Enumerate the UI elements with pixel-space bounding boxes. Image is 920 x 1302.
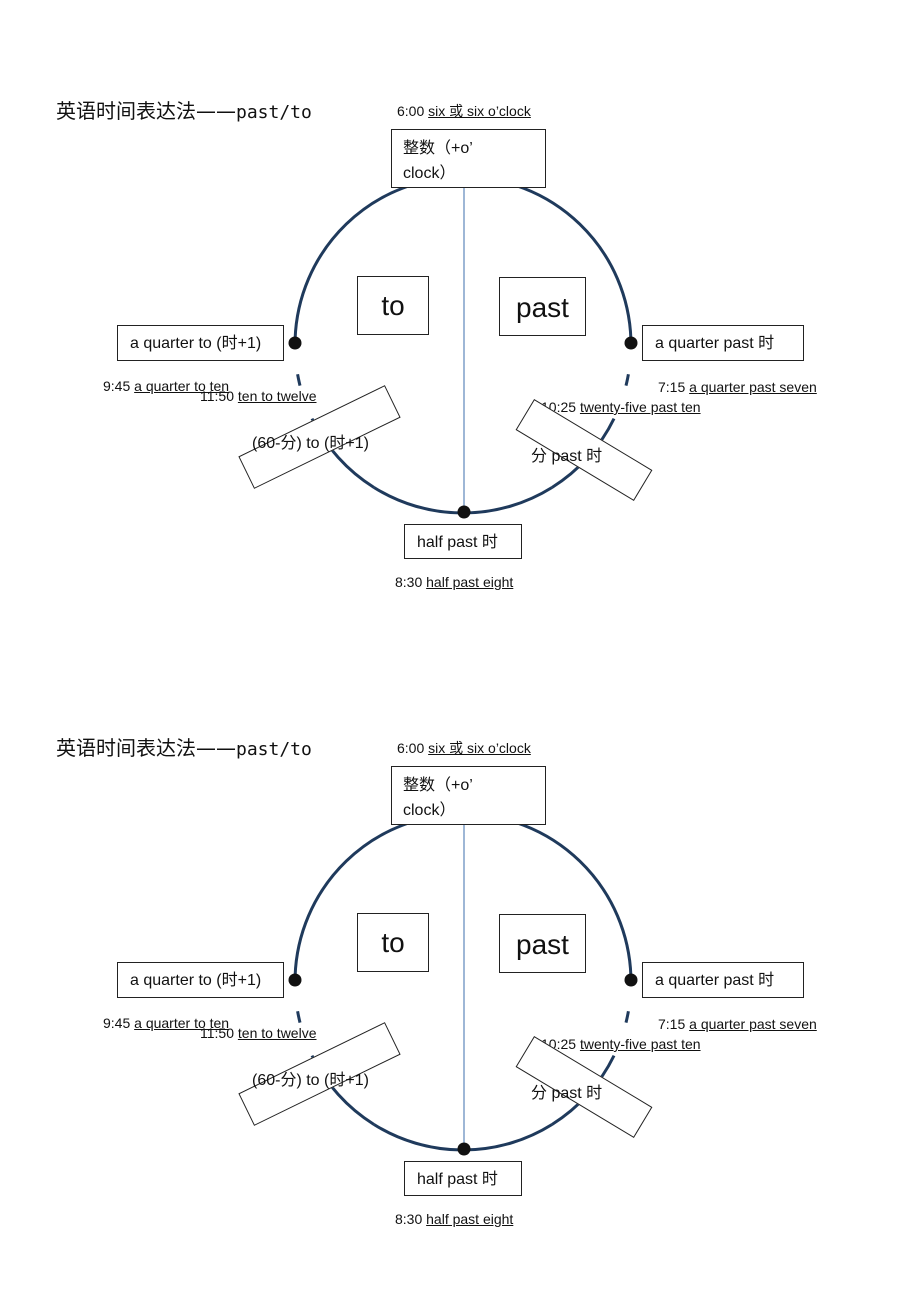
- half-past-box: half past 时: [404, 524, 522, 559]
- quarter-past-box: a quarter past 时: [642, 962, 804, 998]
- page-title: 英语时间表达法——past/to: [56, 732, 312, 761]
- example-time: 8:30: [395, 1211, 423, 1227]
- title-chinese: 英语时间表达法——: [56, 99, 236, 123]
- page-title: 英语时间表达法——past/to: [56, 95, 312, 124]
- quarter-to-rule: a quarter to (时+1): [130, 972, 262, 989]
- example-words: a quarter past seven: [689, 379, 817, 395]
- past-label: past: [516, 929, 569, 960]
- title-chinese: 英语时间表达法——: [56, 736, 236, 760]
- quarter-past-rule: a quarter past 时: [655, 335, 775, 352]
- half-past-box: half past 时: [404, 1161, 522, 1196]
- example-ten-to-twelve: 11:50 ten to twelve: [200, 1025, 317, 1041]
- past-label-box: past: [499, 277, 586, 336]
- quarter-to-dot: [288, 336, 302, 350]
- example-time: 9:45: [103, 1015, 131, 1031]
- example-time: 7:15: [658, 1016, 686, 1032]
- example-quarter-past-seven: 7:15 a quarter past seven: [658, 379, 817, 395]
- quarter-to-rule: a quarter to (时+1): [130, 335, 262, 352]
- example-words: six 或 six o’clock: [428, 740, 531, 756]
- minutes-past-rule: 分 past 时: [531, 448, 603, 465]
- example-words: ten to twelve: [237, 388, 317, 404]
- on-the-hour-box: 整数（+o’ clock）: [391, 129, 546, 188]
- example-quarter-past-seven: 7:15 a quarter past seven: [658, 1016, 817, 1032]
- example-twenty-five-past-ten: 10:25 twenty-five past ten: [541, 399, 701, 415]
- example-time: 9:45: [103, 378, 131, 394]
- on-the-hour-line2: clock）: [403, 802, 456, 819]
- to-label-box: to: [357, 913, 429, 972]
- title-english: past/to: [236, 102, 312, 123]
- example-words: six 或 six o’clock: [428, 103, 531, 119]
- to-label: to: [381, 290, 405, 321]
- example-half-past-eight: 8:30 half past eight: [395, 574, 513, 590]
- example-half-past-eight: 8:30 half past eight: [395, 1211, 513, 1227]
- to-label-box: to: [357, 276, 429, 335]
- minutes-to-rule: (60-分) to (时+1): [252, 1072, 369, 1089]
- on-the-hour-line2: clock）: [403, 165, 456, 182]
- example-time: 6:00: [397, 103, 425, 119]
- example-six-oclock: 6:00 six 或 six o’clock: [397, 738, 531, 758]
- example-time: 11:50: [200, 1025, 234, 1041]
- example-time: 11:50: [200, 388, 234, 404]
- example-words: half past eight: [426, 1211, 514, 1227]
- time-expression-diagram: 英语时间表达法——past/to 6:00 six 或 six o’clock …: [0, 0, 920, 637]
- example-words: twenty-five past ten: [579, 399, 701, 415]
- on-the-hour-line1: 整数（+o’: [403, 777, 473, 794]
- example-words: ten to twelve: [237, 1025, 317, 1041]
- quarter-past-rule: a quarter past 时: [655, 972, 775, 989]
- time-expression-diagram: 英语时间表达法——past/to 6:00 six 或 six o’clock …: [0, 637, 920, 1274]
- half-past-rule: half past 时: [417, 534, 498, 551]
- title-english: past/to: [236, 739, 312, 760]
- quarter-to-box: a quarter to (时+1): [117, 962, 284, 998]
- example-twenty-five-past-ten: 10:25 twenty-five past ten: [541, 1036, 701, 1052]
- example-six-oclock: 6:00 six 或 six o’clock: [397, 101, 531, 121]
- quarter-past-box: a quarter past 时: [642, 325, 804, 361]
- example-ten-to-twelve: 11:50 ten to twelve: [200, 388, 317, 404]
- half-past-dot: [457, 505, 471, 519]
- example-time: 7:15: [658, 379, 686, 395]
- quarter-to-box: a quarter to (时+1): [117, 325, 284, 361]
- to-label: to: [381, 927, 405, 958]
- example-time: 8:30: [395, 574, 423, 590]
- past-label-box: past: [499, 914, 586, 973]
- past-label: past: [516, 292, 569, 323]
- minutes-past-rule: 分 past 时: [531, 1085, 603, 1102]
- quarter-past-dot: [624, 336, 638, 350]
- half-past-dot: [457, 1142, 471, 1156]
- on-the-hour-line1: 整数（+o’: [403, 140, 473, 157]
- example-words: twenty-five past ten: [579, 1036, 701, 1052]
- quarter-to-dot: [288, 973, 302, 987]
- example-time: 6:00: [397, 740, 425, 756]
- quarter-past-dot: [624, 973, 638, 987]
- minutes-to-rule: (60-分) to (时+1): [252, 435, 369, 452]
- example-words: half past eight: [426, 574, 514, 590]
- half-past-rule: half past 时: [417, 1171, 498, 1188]
- example-words: a quarter past seven: [689, 1016, 817, 1032]
- on-the-hour-box: 整数（+o’ clock）: [391, 766, 546, 825]
